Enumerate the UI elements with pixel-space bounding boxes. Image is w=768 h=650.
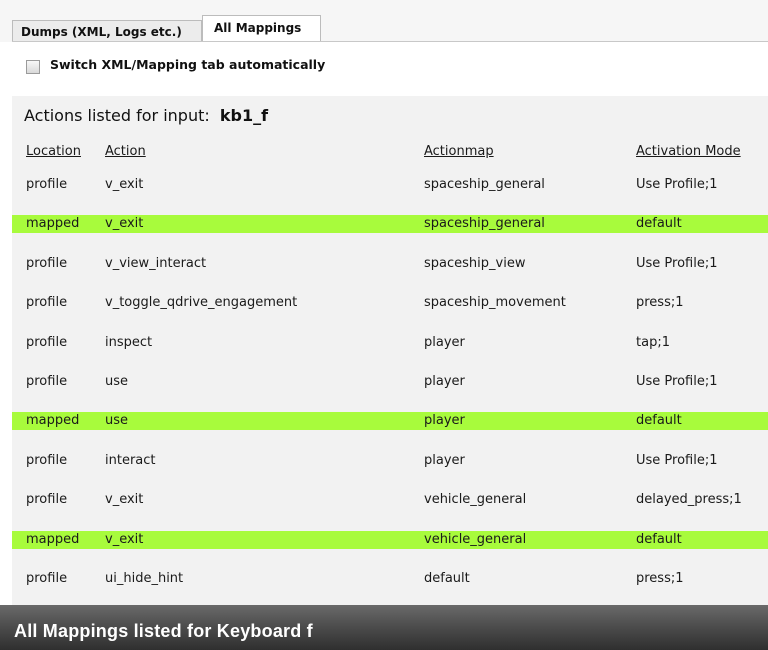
row-action: v_exit — [105, 531, 144, 547]
row-activation: Use Profile;1 — [636, 255, 718, 271]
table-row[interactable]: profile ui_hide_hint default press;1 — [12, 570, 768, 588]
row-location: profile — [26, 452, 68, 468]
row-actionmap: vehicle_general — [424, 492, 527, 508]
row-activation: Use Profile;1 — [636, 177, 718, 192]
section-title-prefix: Actions listed for input: — [24, 106, 210, 125]
row-location: profile — [26, 295, 68, 311]
row-activation: Use Profile;1 — [636, 452, 718, 468]
row-action: v_toggle_qdrive_engagement — [105, 295, 298, 311]
toolbar: Switch XML/Mapping tab automatically — [12, 42, 768, 96]
row-activation: default — [636, 216, 682, 232]
row-activation: default — [636, 531, 682, 547]
row-action: ui_hide_hint — [105, 571, 184, 586]
row-location: mapped — [26, 216, 80, 232]
row-action: interact — [105, 452, 156, 468]
row-actionmap: player — [424, 452, 465, 468]
row-activation: delayed_press;1 — [636, 492, 742, 508]
row-location: profile — [26, 571, 68, 586]
row-action: use — [105, 413, 129, 429]
row-action: v_exit — [105, 492, 144, 508]
mappings-panel: Actions listed for input: kb1_f Location… — [12, 96, 768, 605]
tab-dumps[interactable]: Dumps (XML, Logs etc.) — [12, 20, 202, 42]
row-actionmap: vehicle_general — [424, 531, 527, 547]
header-activation-mode: Activation Mode — [636, 144, 741, 159]
row-activation: press;1 — [636, 571, 684, 586]
table-row[interactable]: profile v_exit vehicle_general delayed_pres… — [12, 491, 768, 509]
row-actionmap: player — [424, 413, 465, 429]
header-action: Action — [105, 144, 146, 159]
table-row[interactable]: profile v_toggle_qdrive_engagement spacesh… — [12, 294, 768, 312]
table-row[interactable]: profile v_exit spaceship_general Use Profil… — [12, 176, 768, 194]
section-title: Actions listed for input: kb1_f — [24, 106, 268, 125]
row-action: inspect — [105, 334, 153, 350]
row-location: profile — [26, 255, 68, 271]
row-location: profile — [26, 334, 68, 350]
switch-tab-checkbox-label[interactable]: Switch XML/Mapping tab automatically — [50, 57, 325, 72]
caption-text: All Mappings listed for Keyboard f — [14, 621, 313, 641]
input-key: kb1_f — [219, 106, 269, 125]
row-actionmap: spaceship_view — [424, 255, 526, 271]
row-action: v_view_interact — [105, 255, 207, 271]
table-row[interactable]: profile use player Use Profile;1 — [12, 373, 768, 391]
tab-all-mappings[interactable]: All Mappings — [202, 15, 321, 42]
row-activation: Use Profile;1 — [636, 374, 718, 389]
mappings-window: Dumps (XML, Logs etc.) All Mappings Swit… — [0, 0, 768, 650]
row-location: mapped — [26, 413, 80, 429]
table-row[interactable]: profile v_view_interact spaceship_view Use … — [12, 255, 768, 273]
row-actionmap: player — [424, 374, 465, 389]
header-location: Location — [26, 144, 81, 159]
table-row[interactable]: profile interact player Use Profile;1 — [12, 452, 768, 470]
table-row[interactable]: profile inspect player tap;1 — [12, 334, 768, 352]
tab-strip: Dumps (XML, Logs etc.) All Mappings — [0, 0, 768, 42]
header-actionmap: Actionmap — [424, 144, 494, 159]
table-header: Location Action Actionmap Activation Mod… — [12, 144, 768, 162]
row-location: profile — [26, 374, 68, 389]
row-activation: default — [636, 413, 682, 429]
table-row[interactable]: mapped v_exit vehicle_general default — [12, 530, 768, 549]
row-actionmap: spaceship_general — [424, 177, 545, 192]
row-location: profile — [26, 177, 68, 192]
row-action: use — [105, 374, 129, 389]
caption-bar: All Mappings listed for Keyboard f — [0, 605, 768, 650]
row-actionmap: default — [424, 571, 470, 586]
table-row[interactable]: mapped v_exit spaceship_general default — [12, 215, 768, 234]
row-actionmap: spaceship_movement — [424, 295, 566, 311]
row-activation: press;1 — [636, 295, 684, 311]
row-actionmap: player — [424, 334, 465, 350]
row-action: v_exit — [105, 177, 144, 192]
row-action: v_exit — [105, 216, 144, 232]
row-location: profile — [26, 492, 68, 508]
row-actionmap: spaceship_general — [424, 216, 545, 232]
table-row[interactable]: mapped use player default — [12, 412, 768, 431]
switch-tab-checkbox[interactable] — [26, 60, 40, 74]
row-location: mapped — [26, 531, 80, 547]
row-activation: tap;1 — [636, 334, 670, 350]
